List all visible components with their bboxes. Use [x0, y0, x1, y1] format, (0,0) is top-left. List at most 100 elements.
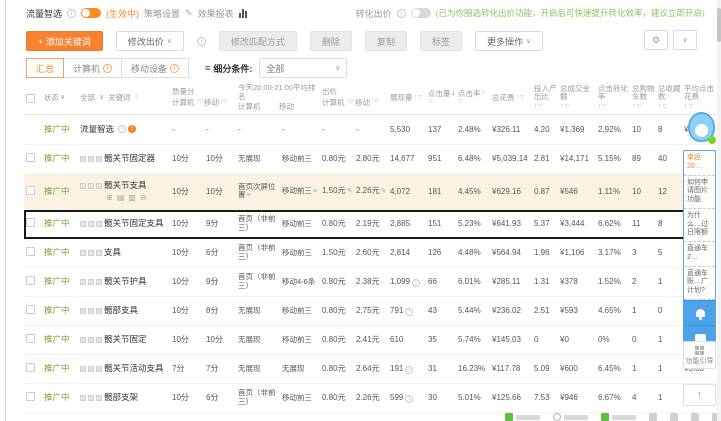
- rank-list-icon[interactable]: ≡: [247, 192, 251, 199]
- col-cpc[interactable]: 平均点击花费 ↑: [682, 85, 716, 111]
- info-icon[interactable]: [118, 125, 127, 134]
- legend-tool-icon[interactable]: [670, 413, 678, 421]
- help-link[interactable]: 幸运20…: [684, 151, 715, 176]
- table-row[interactable]: 推广中 髋关节活动支具 7分 7分 无展现 无展现 0.80元 2.64元 19…: [24, 355, 716, 384]
- col-keyword[interactable]: 全部关键词: [78, 94, 170, 103]
- keyword-cell[interactable]: 流量智选: [78, 125, 170, 135]
- conversion-bid-toggle[interactable]: [410, 8, 431, 18]
- tab-mobile[interactable]: 移动设备: [121, 58, 190, 78]
- keyword-action-icons[interactable]: ⊕ ▤ ▥ ⊖: [80, 193, 147, 202]
- filter-icon[interactable]: [663, 104, 668, 111]
- col-gmv[interactable]: 总成交金额 ↑: [558, 85, 596, 111]
- radio-icon[interactable]: [553, 413, 561, 421]
- row-checkbox[interactable]: [26, 363, 35, 373]
- bid-pc[interactable]: 0.80元: [320, 335, 354, 344]
- filter-icon[interactable]: [603, 104, 608, 111]
- info-icon[interactable]: [67, 8, 77, 18]
- alert-badge-icon[interactable]: [128, 125, 137, 134]
- scrollbar-track[interactable]: [717, 0, 721, 421]
- table-row[interactable]: 推广中 髋关节固定 10分 10分 无展现 移动前三 0.80元 2.41元 6…: [24, 326, 716, 355]
- help-link[interactable]: 直通车2…: [684, 242, 715, 267]
- keyword-cell[interactable]: 髋关节护具: [78, 277, 170, 287]
- add-keyword-button[interactable]: + 添加关键词: [26, 31, 103, 51]
- help-link[interactable]: 为什么…过日限额: [684, 209, 715, 242]
- sort-filter-icon[interactable]: [220, 99, 228, 108]
- legend-tool-icon[interactable]: [691, 413, 699, 421]
- tab-summary[interactable]: 汇总: [26, 58, 65, 78]
- row-checkbox[interactable]: [26, 305, 35, 315]
- bid-mobile[interactable]: 2.19元: [354, 219, 388, 228]
- keyword-cell[interactable]: 支具: [78, 248, 170, 258]
- col-ctr[interactable]: 点击率 ↑: [456, 90, 490, 107]
- rank-list-icon[interactable]: ≡: [313, 188, 317, 195]
- sort-filter-icon[interactable]: [371, 99, 379, 108]
- filter-icon[interactable]: [565, 104, 570, 111]
- keyword-cell[interactable]: 髋部支架: [78, 393, 170, 403]
- sort-filter-icon[interactable]: [346, 99, 354, 108]
- col-status[interactable]: 状态: [42, 94, 78, 103]
- bid-pc[interactable]: 0.80元: [320, 219, 354, 228]
- col-roi[interactable]: 投入产出比 ↑: [532, 85, 558, 111]
- row-checkbox[interactable]: [26, 153, 35, 163]
- bid-mobile[interactable]: 2.60元: [354, 248, 388, 257]
- help-link[interactable]: 如何申请图片功能: [684, 176, 715, 209]
- bid-pc[interactable]: 0.80元: [320, 393, 354, 402]
- checkbox-checked-icon[interactable]: [601, 413, 609, 421]
- row-checkbox[interactable]: [26, 392, 35, 402]
- col-cvr[interactable]: 点击转化率 ↑: [596, 85, 630, 111]
- filter-icon[interactable]: [637, 104, 642, 111]
- row-checkbox[interactable]: [26, 334, 35, 344]
- bid-mobile[interactable]: 2.80元: [354, 154, 388, 163]
- sort-filter-icon[interactable]: [196, 99, 204, 108]
- bid-mobile[interactable]: 2.26元: [354, 393, 388, 402]
- table-row[interactable]: 推广中 髋关节护具 10分 9分 首页（非前三） 移动4-6条 0.80元 2.…: [24, 268, 716, 297]
- keyword-cell[interactable]: 髋关节活动支具: [78, 364, 170, 374]
- bid-mobile[interactable]: 2.75元: [354, 306, 388, 315]
- checkbox-checked-icon[interactable]: [505, 413, 513, 421]
- col-clicks[interactable]: 点击量 ↓: [426, 90, 456, 107]
- condition-select[interactable]: 全部: [259, 58, 348, 78]
- filter-icon[interactable]: [418, 95, 423, 102]
- bid-mobile[interactable]: 2.38元: [354, 277, 388, 286]
- bid-mobile[interactable]: 2.26元✎: [354, 186, 388, 196]
- table-row[interactable]: 推广中 髋部支架 10分 6分 首页（非前三） 移动前三 0.80元 2.26元…: [24, 384, 716, 413]
- table-row-selected[interactable]: 推广中 髋关节固定支具 10分 9分 首页（非前三） 移动前三 0.80元 2.…: [24, 210, 716, 239]
- bid-pc[interactable]: 1.50元✎: [320, 186, 354, 196]
- column-settings-button[interactable]: ⚙: [644, 30, 668, 50]
- tab-pc[interactable]: 计算机: [63, 58, 123, 78]
- modify-bid-button[interactable]: 修改出价: [115, 31, 184, 51]
- keyword-cell[interactable]: 髋关节固定: [78, 335, 170, 345]
- notification-button[interactable]: [684, 299, 715, 325]
- col-carts[interactable]: 总购物车数 ↑: [630, 85, 656, 111]
- bid-pc[interactable]: 0.80元: [320, 364, 354, 373]
- keyword-cell[interactable]: 髋关节固定器: [78, 154, 170, 164]
- report-link[interactable]: 效果报表: [198, 7, 234, 20]
- legend-checkbox-item[interactable]: [601, 413, 636, 421]
- select-all-checkbox[interactable]: [26, 93, 35, 103]
- sort-up-icon[interactable]: [135, 94, 139, 102]
- col-favs[interactable]: 总收藏数 ↑: [656, 85, 682, 111]
- legend-circle-item[interactable]: [553, 413, 588, 421]
- keyword-cell[interactable]: 髋关节支具 ⊕ ▤ ▥ ⊖: [78, 181, 170, 202]
- modify-match-button[interactable]: 修改匹配方式: [218, 31, 297, 51]
- bid-pc[interactable]: 0.80元: [320, 306, 354, 315]
- table-row[interactable]: 推广中 支具 10分 6分 首页（非前三） 移动前三 1.50元 2.60元 2…: [24, 239, 716, 268]
- strategy-settings-link[interactable]: 策略设置: [144, 7, 180, 20]
- info-icon[interactable]: [405, 308, 414, 316]
- bar-chart-icon[interactable]: [238, 8, 247, 18]
- keyword-cell[interactable]: 髋关节固定支具: [78, 219, 170, 229]
- more-actions-button[interactable]: 更多操作: [474, 31, 544, 51]
- edit-pencil-icon[interactable]: ✎: [381, 188, 387, 195]
- table-row[interactable]: 推广中 髋关节固定器 10分 10分 无展现 移动前三 0.80元 2.80元 …: [24, 145, 716, 174]
- tag-button[interactable]: 标签: [419, 31, 462, 51]
- scrollbar-thumb[interactable]: [717, 8, 721, 42]
- legend-checkbox-item[interactable]: [505, 413, 540, 421]
- table-row[interactable]: 推广中 髋部支具 10分 8分 无展现 移动前三 0.80元 2.75元 791…: [24, 297, 716, 326]
- legend-tool-icon[interactable]: [649, 413, 657, 421]
- help-link[interactable]: 直通车账…广计划?: [684, 267, 715, 300]
- info-icon[interactable]: [405, 395, 414, 403]
- filter-icon[interactable]: [520, 95, 525, 102]
- row-checkbox[interactable]: [26, 218, 35, 228]
- bid-pc[interactable]: 1.50元: [320, 248, 354, 257]
- helper-mascot[interactable]: [688, 112, 716, 144]
